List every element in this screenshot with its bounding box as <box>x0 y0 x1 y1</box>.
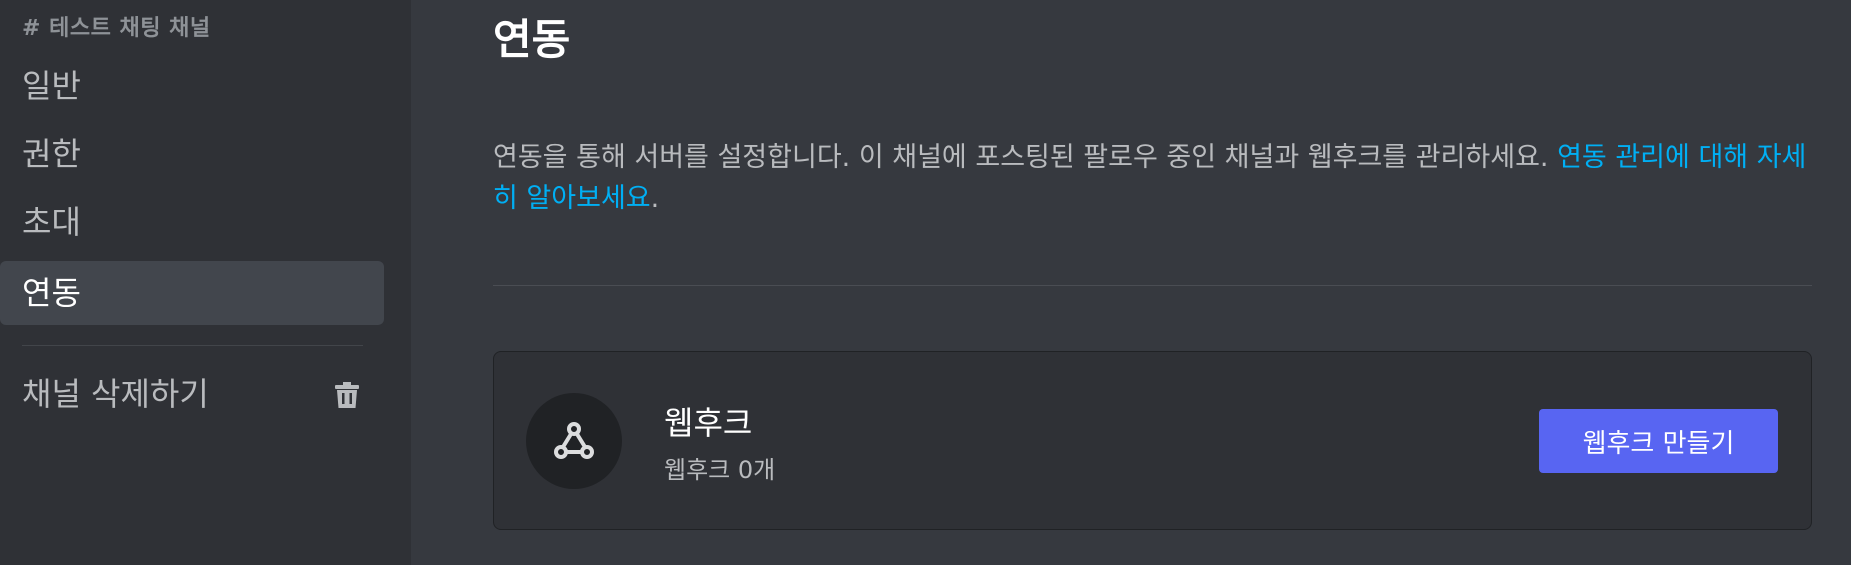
sidebar-item-integrations[interactable]: 연동 <box>0 261 384 325</box>
channel-header: # 테스트 채팅 채널 <box>22 16 211 41</box>
sidebar-item-general[interactable]: 일반 <box>0 54 384 118</box>
page-title: 연동 <box>493 15 571 64</box>
sidebar-item-invites[interactable]: 초대 <box>0 190 384 254</box>
webhook-icon <box>554 422 594 459</box>
sidebar-divider <box>22 345 363 346</box>
settings-sidebar: # 테스트 채팅 채널 일반 권한 초대 연동 채널 삭제하기 <box>0 0 411 565</box>
section-divider <box>493 285 1812 286</box>
webhook-title: 웹후크 <box>664 404 753 442</box>
webhook-count: 웹후크 0개 <box>664 456 776 484</box>
webhooks-card: 웹후크 웹후크 0개 웹후크 만들기 <box>493 351 1812 530</box>
delete-channel-label: 채널 삭제하기 <box>22 375 209 413</box>
delete-channel-button[interactable]: 채널 삭제하기 <box>0 362 384 426</box>
create-webhook-button[interactable]: 웹후크 만들기 <box>1539 409 1778 473</box>
sidebar-item-permissions[interactable]: 권한 <box>0 122 384 186</box>
description-end: . <box>650 183 660 214</box>
integrations-description: 연동을 통해 서버를 설정합니다. 이 채널에 포스팅된 팔로우 중인 채널과 … <box>493 137 1823 219</box>
integrations-content: 연동 연동을 통해 서버를 설정합니다. 이 채널에 포스팅된 팔로우 중인 채… <box>411 0 1851 565</box>
description-text: 연동을 통해 서버를 설정합니다. 이 채널에 포스팅된 팔로우 중인 채널과 … <box>493 142 1558 173</box>
webhook-avatar <box>526 393 622 489</box>
trash-icon[interactable] <box>335 382 359 408</box>
